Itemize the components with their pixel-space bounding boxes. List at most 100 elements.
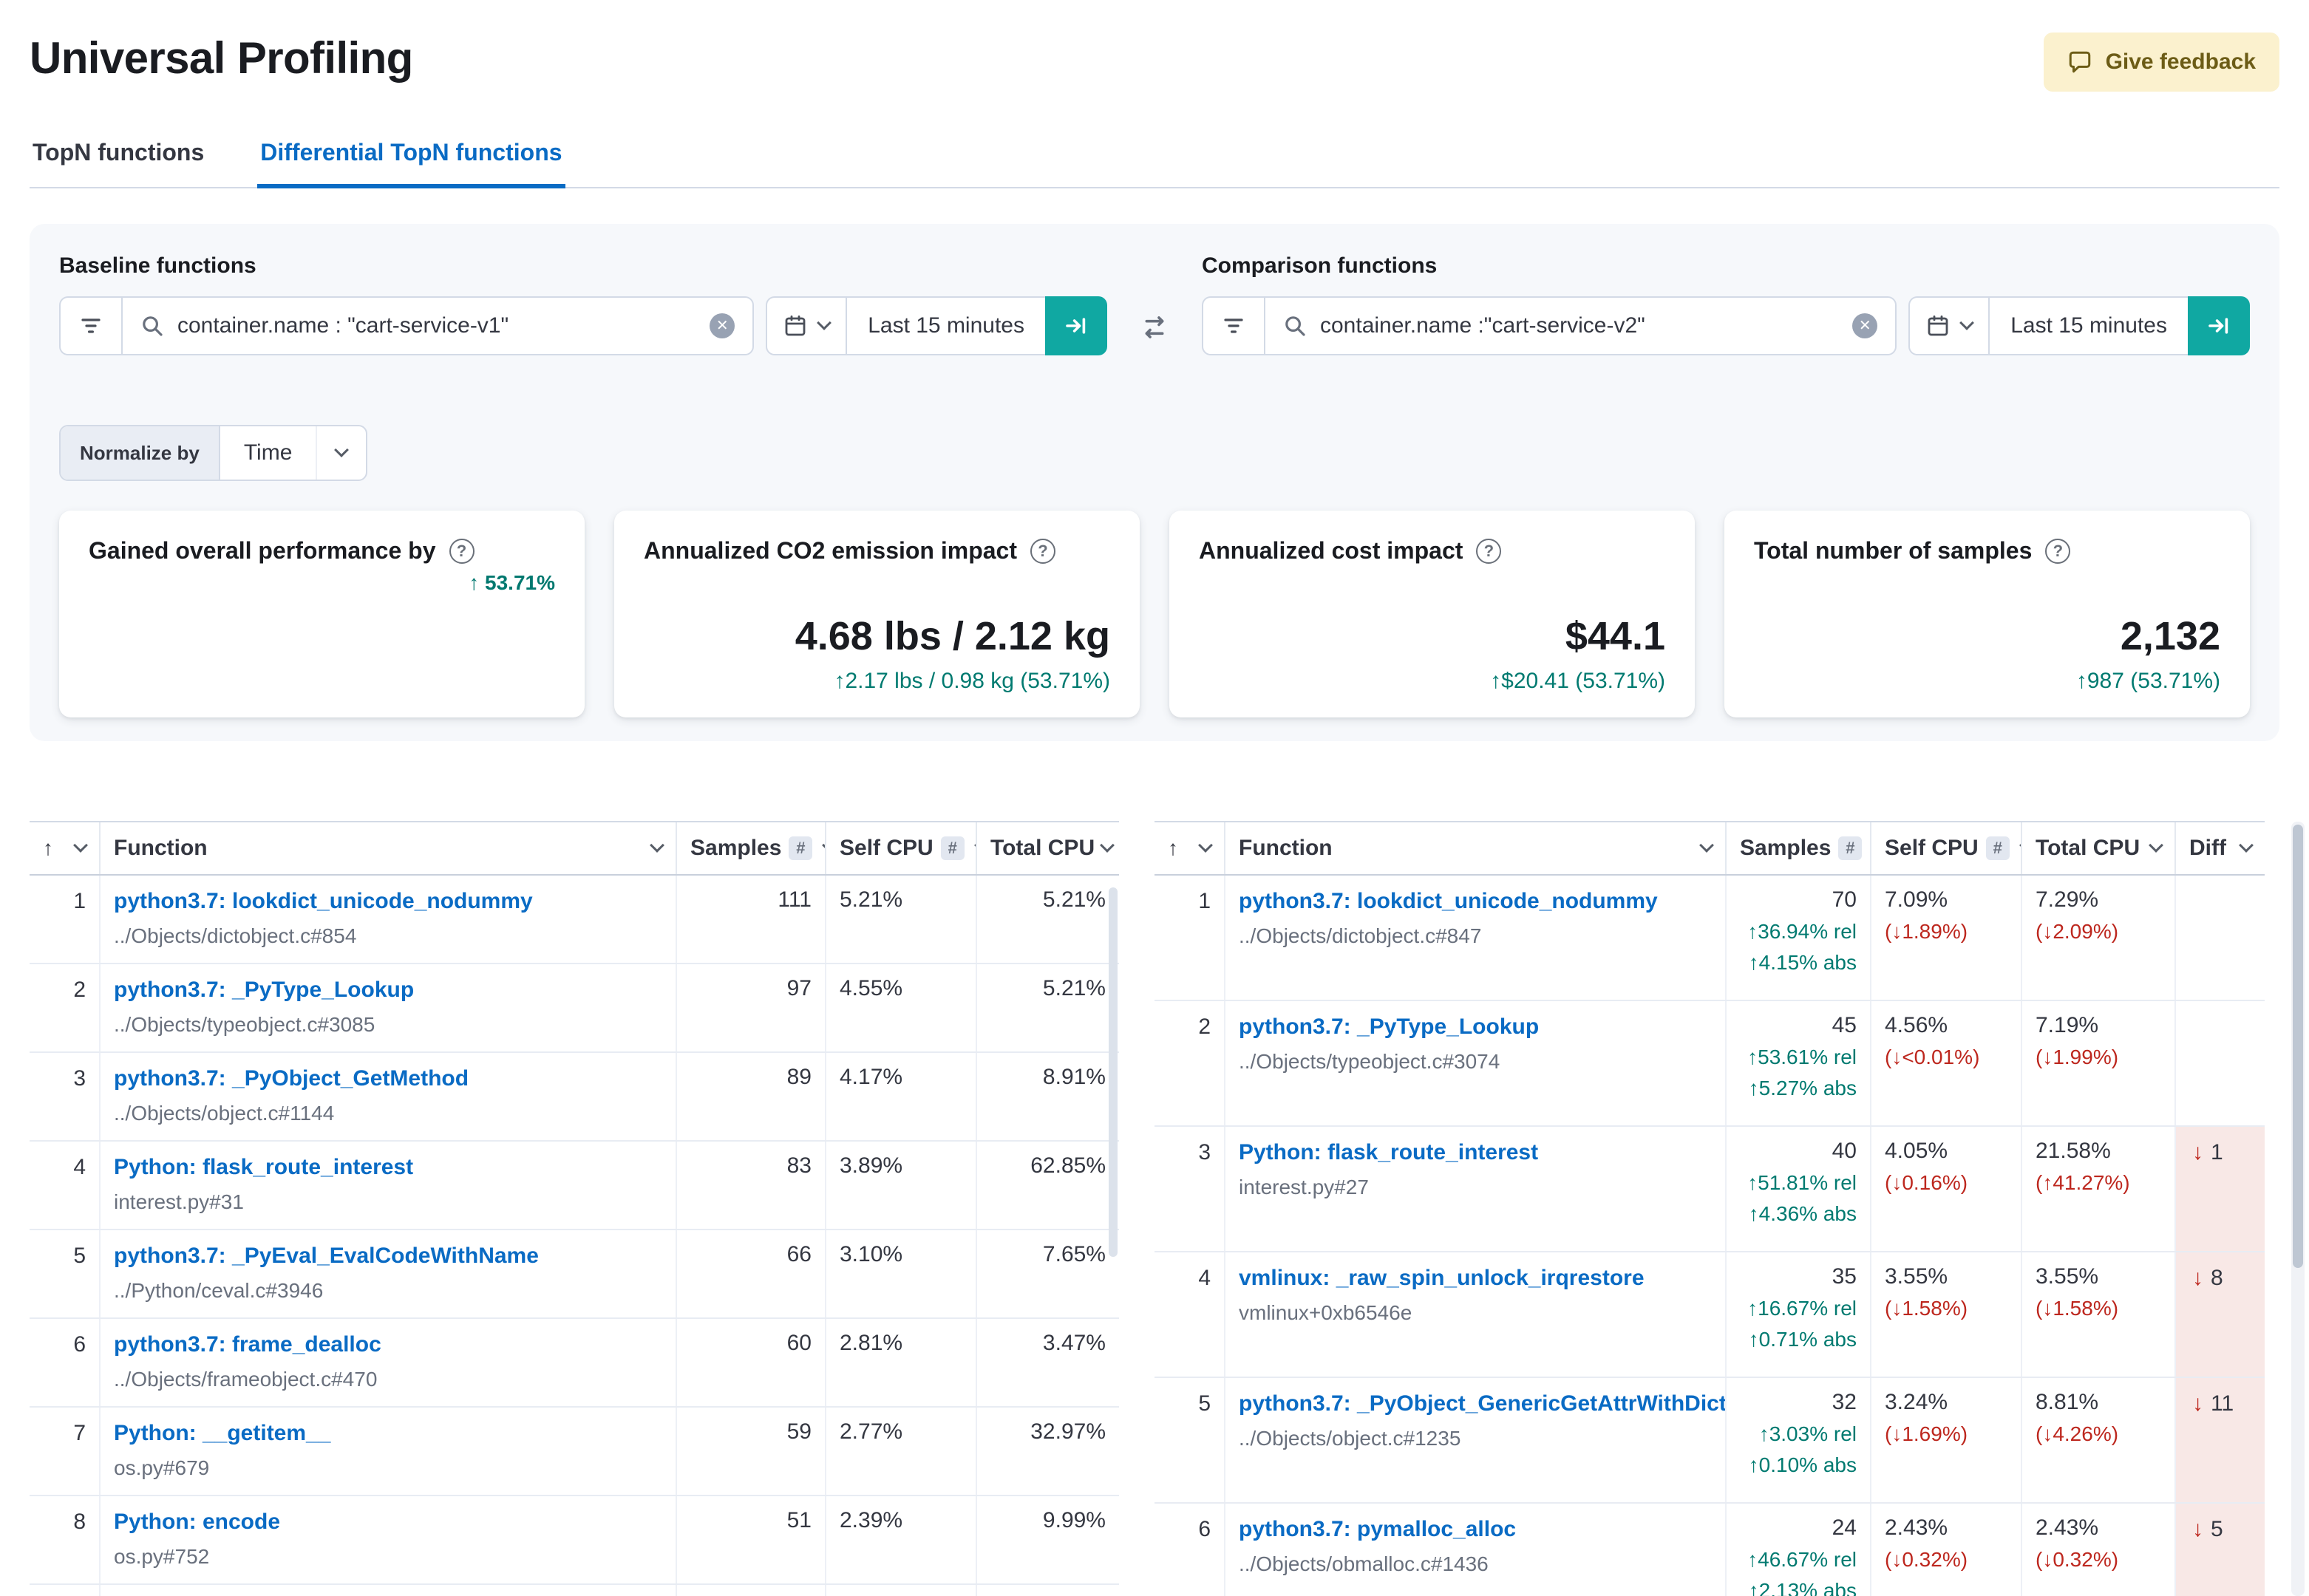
function-cell: vmlinux: _raw_spin_unlock_irqrestore vml… — [1225, 1252, 1727, 1377]
function-link[interactable]: python3.7: _PyObject_GenericGetAttrWithD… — [1239, 1391, 1725, 1416]
chevron-down-icon — [650, 838, 664, 853]
function-link[interactable]: vmlinux: _raw_spin_unlock_irqrestore — [1239, 1266, 1645, 1291]
self-cpu-value: 4.56% — [1885, 1013, 1948, 1037]
self-cpu-cell: 3.89% — [826, 1142, 977, 1229]
function-link[interactable]: Python: __getitem__ — [114, 1421, 330, 1446]
self-cpu-delta: (↓1.89%) — [1885, 920, 1968, 943]
comparison-clear-query-button[interactable]: ✕ — [1852, 313, 1878, 338]
function-link[interactable]: python3.7: lookdict_unicode_nodummy — [114, 889, 533, 914]
self-cpu-value: 7.09% — [1885, 887, 1948, 912]
rank-diff-cell: ↓ 1 — [2176, 1127, 2265, 1251]
total-cpu-delta: (↓1.58%) — [2036, 1297, 2119, 1320]
function-link[interactable]: python3.7: _PyType_Lookup — [1239, 1014, 1539, 1040]
column-header-total-cpu[interactable]: Total CPU — [2022, 822, 2176, 874]
total-cpu-cell: 62.85% — [1030, 1153, 1106, 1178]
column-header-total-cpu[interactable]: Total CPU — [977, 822, 1119, 874]
row-rank: 5 — [1154, 1378, 1225, 1502]
rank-sort-header[interactable]: ↑ — [1154, 822, 1225, 874]
samples-absolute-change: ↑0.71% abs — [1748, 1328, 1857, 1351]
comparison-submit-button[interactable] — [2188, 296, 2250, 355]
chevron-down-icon — [1100, 838, 1115, 853]
help-icon[interactable]: ? — [1030, 538, 1055, 564]
self-cpu-cell: 4.56% (↓<0.01%) — [1871, 1001, 2022, 1125]
function-source-path: interest.py#27 — [1239, 1176, 1369, 1198]
baseline-label: Baseline functions — [59, 253, 256, 278]
column-header-function[interactable]: Function — [1225, 822, 1727, 874]
function-link[interactable]: Python: flask_route_interest — [1239, 1140, 1538, 1165]
function-cell: python3.7: _PyDict_LoadGlobal — [101, 1585, 677, 1596]
self-cpu-delta: (↓0.32%) — [1885, 1548, 1968, 1571]
function-source-path: interest.py#31 — [114, 1190, 244, 1213]
self-cpu-cell: 3.55% (↓1.58%) — [1871, 1252, 2022, 1377]
give-feedback-button[interactable]: Give feedback — [2043, 33, 2279, 92]
table-row: 8 Python: encode os.py#752 51 2.39% 9.99… — [30, 1496, 1119, 1585]
baseline-query-input[interactable] — [177, 313, 697, 338]
column-header-samples[interactable]: Samples # — [677, 822, 826, 874]
function-source-path: ../Python/ceval.c#3946 — [114, 1279, 324, 1302]
total-cpu-cell: 3.47% — [1042, 1331, 1106, 1355]
samples-relative-change: ↑53.61% rel — [1747, 1046, 1857, 1068]
normalize-by-value[interactable]: Time — [220, 426, 316, 480]
function-source-path: os.py#752 — [114, 1545, 210, 1568]
rank-diff-value: 11 — [2211, 1391, 2234, 1416]
function-link[interactable]: python3.7: lookdict_unicode_nodummy — [1239, 889, 1658, 914]
column-header-samples[interactable]: Samples # — [1727, 822, 1871, 874]
function-link[interactable]: python3.7: _PyType_Lookup — [114, 978, 414, 1003]
comparison-calendar-button[interactable] — [1910, 298, 1990, 354]
function-source-path: ../Objects/obmalloc.c#1436 — [1239, 1552, 1489, 1575]
baseline-filter-button[interactable] — [59, 296, 121, 355]
column-header-self-cpu[interactable]: Self CPU # — [1871, 822, 2022, 874]
comparison-query-input[interactable] — [1320, 313, 1840, 338]
function-link[interactable]: python3.7: _PyEval_EvalCodeWithName — [114, 1244, 539, 1269]
column-header-diff[interactable]: Diff — [2176, 822, 2265, 874]
rank-diff-cell — [2176, 1001, 2265, 1125]
total-cpu-delta: (↓2.09%) — [2036, 920, 2119, 943]
help-icon[interactable]: ? — [2045, 538, 2071, 564]
function-link[interactable]: python3.7: pymalloc_alloc — [1239, 1517, 1516, 1542]
samples-cell: 83 — [677, 1142, 826, 1229]
help-icon[interactable]: ? — [1476, 538, 1502, 564]
self-cpu-cell: 2.81% — [826, 1319, 977, 1406]
performance-gain-value: ↑ 53.71% — [469, 571, 555, 594]
baseline-calendar-button[interactable] — [767, 298, 848, 354]
comparison-time-range[interactable]: Last 15 minutes — [1990, 298, 2188, 354]
help-icon[interactable]: ? — [449, 538, 475, 564]
comparison-filter-button[interactable] — [1202, 296, 1264, 355]
normalize-by-dropdown-button[interactable] — [316, 426, 366, 480]
speech-bubble-icon — [2067, 50, 2092, 75]
baseline-table-scrollbar[interactable] — [1109, 887, 1118, 1257]
scrollbar-thumb[interactable] — [2293, 825, 2303, 1268]
column-header-self-cpu[interactable]: Self CPU # — [826, 822, 977, 874]
number-field-icon: # — [940, 836, 965, 860]
function-link[interactable]: python3.7: frame_dealloc — [114, 1332, 381, 1357]
card-title: Annualized cost impact — [1199, 537, 1463, 564]
function-source-path: ../Objects/typeobject.c#3074 — [1239, 1050, 1500, 1073]
rank-diff-cell — [2176, 876, 2265, 1000]
baseline-time-range[interactable]: Last 15 minutes — [847, 298, 1045, 354]
function-link[interactable]: Python: flask_route_interest — [114, 1155, 413, 1180]
row-rank: 7 — [30, 1408, 101, 1495]
down-arrow-icon: ↓ — [2192, 1266, 2203, 1290]
baseline-table: ↑ Function Samples # Self CPU # Total CPU … — [30, 821, 1119, 1596]
page-scrollbar[interactable] — [2291, 822, 2305, 1596]
column-header-function[interactable]: Function — [101, 822, 677, 874]
swap-sides-button[interactable] — [1107, 298, 1202, 357]
row-rank: 8 — [30, 1496, 101, 1583]
baseline-submit-button[interactable] — [1045, 296, 1107, 355]
rank-sort-header[interactable]: ↑ — [30, 822, 101, 874]
function-link[interactable]: python3.7: _PyObject_GetMethod — [114, 1066, 469, 1091]
function-source-path: ../Objects/frameobject.c#470 — [114, 1368, 378, 1391]
tab-topn-functions[interactable]: TopN functions — [30, 127, 207, 187]
samples-cell: 35 ↑16.67% rel ↑0.71% abs — [1727, 1252, 1871, 1377]
function-cell: python3.7: _PyType_Lookup ../Objects/typ… — [101, 964, 677, 1051]
comparison-table: ↑ Function Samples # Self CPU # Total CPU … — [1154, 821, 2265, 1596]
function-link[interactable]: Python: encode — [114, 1510, 280, 1535]
number-field-icon: # — [1985, 836, 2010, 860]
samples-cell: 59 — [677, 1408, 826, 1495]
samples-value: 35 — [1832, 1264, 1857, 1289]
samples-absolute-change: ↑4.36% abs — [1748, 1202, 1857, 1225]
tab-differential-topn-functions[interactable]: Differential TopN functions — [257, 127, 565, 188]
baseline-clear-query-button[interactable]: ✕ — [710, 313, 735, 338]
table-row: 6 python3.7: frame_dealloc ../Objects/fr… — [30, 1319, 1119, 1408]
search-icon — [140, 314, 164, 338]
